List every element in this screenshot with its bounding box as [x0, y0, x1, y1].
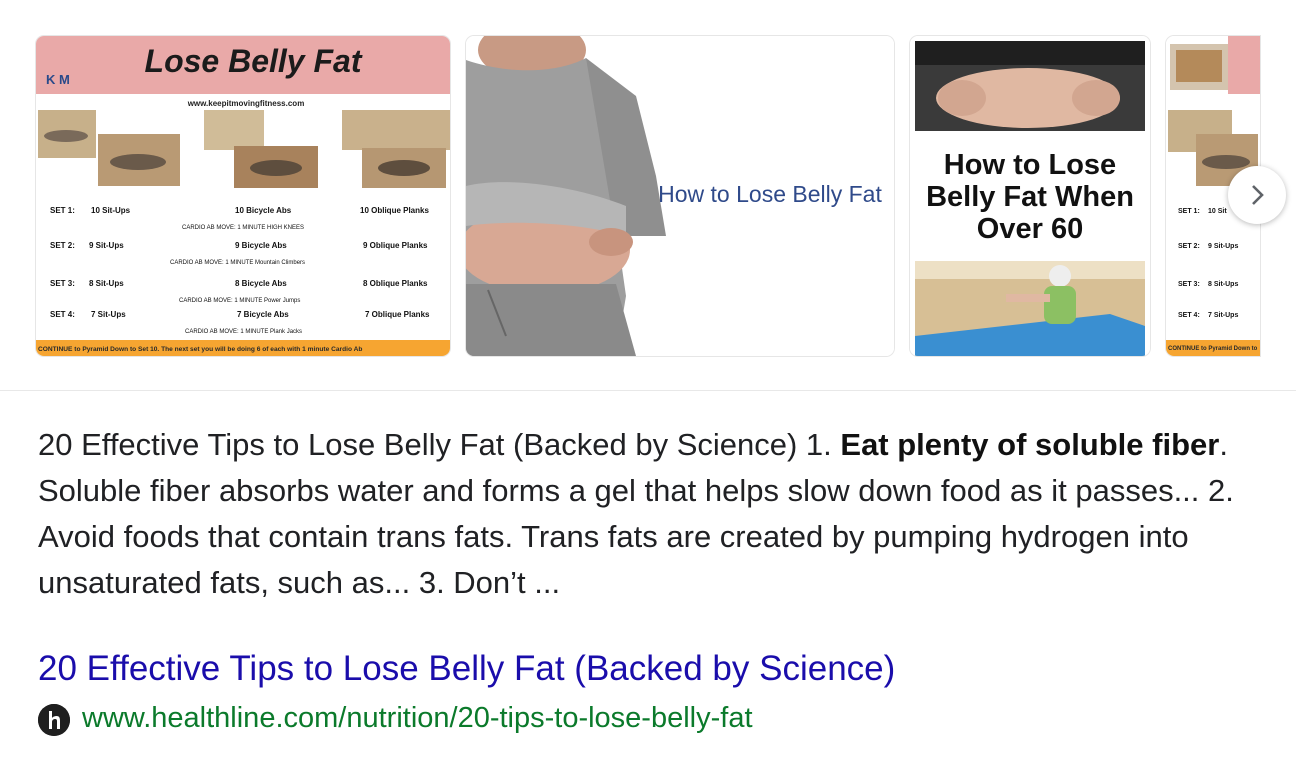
- set-oblique: 7 Oblique Planks: [365, 310, 430, 319]
- set-situps: 7 Sit-Ups: [1208, 312, 1238, 319]
- footer-text: CONTINUE to Pyramid Down to: [1168, 346, 1258, 352]
- senior-exercise-photo: [915, 261, 1145, 356]
- box-photo: [1170, 44, 1228, 90]
- heading-line-1: How to Lose: [944, 149, 1116, 181]
- result-url[interactable]: www.healthline.com/nutrition/20-tips-to-…: [82, 700, 753, 736]
- set-situps: 8 Sit-Ups: [1208, 281, 1238, 288]
- set-label: SET 3:: [50, 279, 75, 288]
- image-card-2[interactable]: How to Lose Belly Fat: [466, 36, 894, 356]
- set-situps: 9 Sit-Ups: [89, 241, 124, 250]
- healthline-h-icon: [38, 704, 70, 736]
- set-situps: 8 Sit-Ups: [89, 279, 124, 288]
- set-bicycle: 7 Bicycle Abs: [237, 310, 289, 319]
- set-bicycle: 8 Bicycle Abs: [235, 279, 287, 288]
- carousel-next-button[interactable]: [1228, 166, 1286, 224]
- set-label: SET 2:: [50, 241, 75, 250]
- brand-logo: K M: [46, 72, 70, 87]
- set-label: SET 1:: [50, 206, 75, 215]
- image-card-1[interactable]: K M Lose Belly Fat www.keepitmovingfitne…: [36, 36, 450, 356]
- set-oblique: 9 Oblique Planks: [363, 241, 428, 250]
- set-situps: 7 Sit-Ups: [91, 310, 126, 319]
- image-carousel: K M Lose Belly Fat www.keepitmovingfitne…: [0, 0, 1296, 390]
- set-cardio: CARDIO AB MOVE: 1 MINUTE Mountain Climbe…: [170, 260, 305, 266]
- divider: [0, 390, 1296, 391]
- set-situps: 10 Sit-Ups: [91, 206, 131, 215]
- set-oblique: 10 Oblique Planks: [360, 206, 429, 215]
- set-cardio: CARDIO AB MOVE: 1 MINUTE HIGH KNEES: [182, 225, 304, 231]
- heading-line-2: Belly Fat When: [926, 181, 1134, 213]
- image-card-3[interactable]: How to Lose Belly Fat When Over 60: [910, 36, 1150, 356]
- set-label: SET 3:: [1178, 281, 1200, 288]
- set-bicycle: 10 Bicycle Abs: [235, 206, 292, 215]
- set-cardio: CARDIO AB MOVE: 1 MINUTE Power Jumps: [179, 298, 300, 304]
- image-caption: How to Lose Belly Fat: [658, 181, 882, 207]
- heading-line-3: Over 60: [977, 213, 1083, 245]
- snippet-bold-phrase: Eat plenty of soluble fiber: [840, 427, 1220, 462]
- set-label: SET 4:: [50, 310, 75, 319]
- image-website: www.keepitmovingfitness.com: [187, 99, 305, 108]
- snippet-intro: 20 Effective Tips to Lose Belly Fat (Bac…: [38, 427, 841, 462]
- footer-text: CONTINUE to Pyramid Down to Set 10. The …: [38, 346, 362, 353]
- set-label: SET 1:: [1178, 208, 1200, 215]
- set-oblique: 8 Oblique Planks: [363, 279, 428, 288]
- top-photo: [915, 41, 1145, 131]
- set-label: SET 2:: [1178, 243, 1200, 250]
- set-bicycle: 9 Bicycle Abs: [235, 241, 287, 250]
- image-title: Lose Belly Fat: [145, 43, 363, 79]
- featured-snippet-text: 20 Effective Tips to Lose Belly Fat (Bac…: [38, 422, 1268, 606]
- set-situps: 10 Sit: [1208, 208, 1227, 215]
- chevron-right-icon: [1252, 185, 1264, 205]
- set-cardio: CARDIO AB MOVE: 1 MINUTE Plank Jacks: [185, 329, 302, 335]
- set-situps: 9 Sit-Ups: [1208, 243, 1238, 250]
- set-label: SET 4:: [1178, 312, 1200, 319]
- result-title-link[interactable]: 20 Effective Tips to Lose Belly Fat (Bac…: [38, 646, 895, 692]
